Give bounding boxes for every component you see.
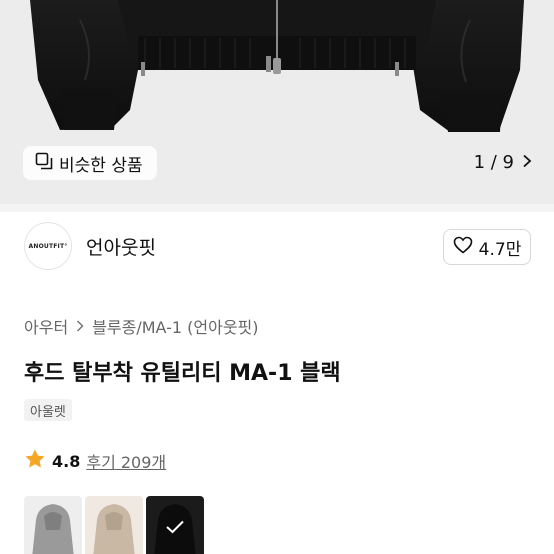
rating-row: 4.8 후기 209개 [24, 448, 166, 474]
like-count: 4.7만 [478, 239, 522, 260]
breadcrumb-item-outer[interactable]: 아우터 [24, 314, 68, 338]
chevron-right-icon [522, 152, 532, 173]
image-counter-text: 1 / 9 [473, 152, 514, 173]
heart-icon [453, 236, 473, 258]
outlet-tag: 아울렛 [24, 399, 72, 421]
brand-logo[interactable]: ANOUTFIT° [24, 222, 72, 270]
brand-row: ANOUTFIT° 언아웃핏 4.7만 [0, 220, 554, 276]
similar-products-icon [35, 152, 53, 174]
breadcrumb-item-category[interactable]: 블루종/MA-1 (언아웃핏) [92, 314, 258, 338]
similar-products-button[interactable]: 비슷한 상품 [23, 146, 157, 180]
brand-logo-text: ANOUTFIT° [28, 242, 68, 250]
chevron-right-icon [76, 317, 84, 336]
section-divider [0, 204, 554, 212]
breadcrumb: 아우터 블루종/MA-1 (언아웃핏) [24, 314, 259, 338]
swatch-grey[interactable] [24, 496, 82, 554]
star-icon [24, 448, 46, 474]
swatch-black[interactable] [146, 496, 204, 554]
color-swatches [24, 496, 204, 554]
like-button[interactable]: 4.7만 [443, 229, 531, 265]
review-link[interactable]: 후기 209개 [86, 449, 166, 473]
brand-name[interactable]: 언아웃핏 [86, 233, 156, 260]
similar-products-label: 비슷한 상품 [59, 155, 143, 176]
image-counter[interactable]: 1 / 9 [474, 152, 532, 173]
product-image-gallery[interactable]: 비슷한 상품 1 / 9 [0, 0, 554, 204]
product-title: 후드 탈부착 유틸리티 MA-1 블랙 [24, 361, 341, 386]
swatch-beige[interactable] [85, 496, 143, 554]
rating-score: 4.8 [52, 451, 81, 471]
check-icon [146, 496, 204, 554]
